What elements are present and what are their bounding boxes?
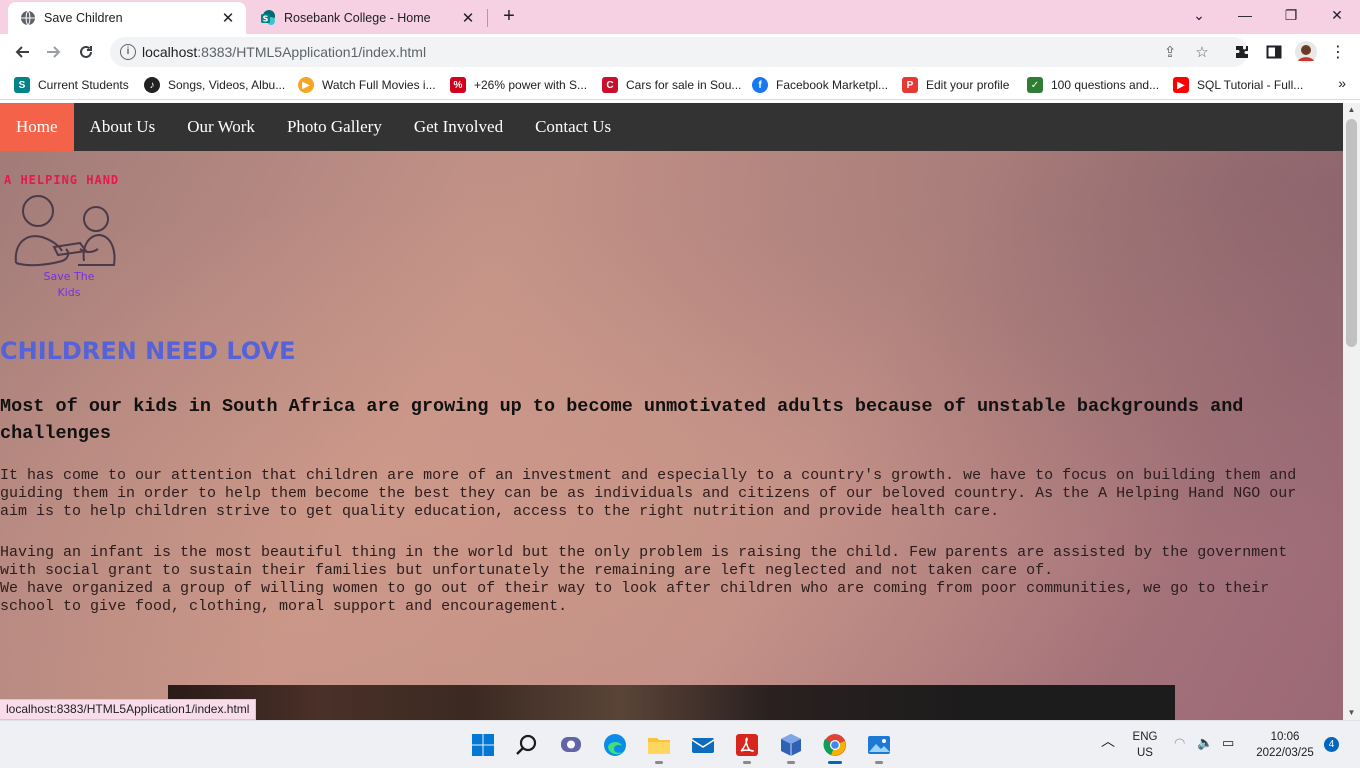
page-viewport: Home About Us Our Work Photo Gallery Get… — [0, 103, 1343, 720]
bookmark-movies[interactable]: ▶ Watch Full Movies i... — [298, 75, 436, 95]
status-url-bubble: localhost:8383/HTML5Application1/index.h… — [0, 699, 257, 720]
chrome-menu-icon[interactable]: ⋮ — [1326, 40, 1350, 64]
tab-separator — [487, 9, 488, 27]
bookmark-current-students[interactable]: S Current Students — [14, 75, 129, 95]
bookmark-profile[interactable]: P Edit your profile — [902, 75, 1009, 95]
chat-icon[interactable] — [557, 731, 585, 759]
quiz-icon: ✓ — [1027, 77, 1043, 93]
logo-title: A HELPING HAND — [4, 173, 120, 187]
youtube-icon: ▶ — [1173, 77, 1189, 93]
battery-icon[interactable]: ▭ — [1222, 735, 1234, 751]
hero-image — [168, 685, 1175, 720]
music-icon: ♪ — [144, 77, 160, 93]
running-indicator — [787, 761, 795, 764]
site-navbar: Home About Us Our Work Photo Gallery Get… — [0, 103, 1343, 151]
reload-button[interactable] — [72, 38, 100, 66]
chevron-right-icon[interactable]: » — [1338, 75, 1346, 91]
virtualbox-icon[interactable] — [777, 731, 805, 764]
nav-photo-gallery[interactable]: Photo Gallery — [271, 103, 398, 151]
browser-toolbar: i localhost:8383/HTML5Application1/index… — [0, 34, 1360, 70]
minimize-button[interactable]: — — [1222, 0, 1268, 30]
photos-icon[interactable] — [865, 731, 893, 764]
bookmark-sql[interactable]: ▶ SQL Tutorial - Full... — [1173, 75, 1303, 95]
logo-caption: Save The Kids — [43, 270, 95, 299]
play-icon: ▶ — [298, 77, 314, 93]
tab-save-children[interactable]: Save Children ✕ — [8, 2, 246, 34]
windows-taskbar: ︿ ENG US ◠ 🔈 ▭ 10:06 2022/03/25 — [0, 720, 1360, 768]
volume-icon[interactable]: 🔈 — [1197, 735, 1213, 751]
nav-contact-us[interactable]: Contact Us — [519, 103, 627, 151]
nav-about-us[interactable]: About Us — [74, 103, 172, 151]
mail-icon[interactable] — [689, 731, 717, 759]
address-bar[interactable]: i localhost:8383/HTML5Application1/index… — [110, 37, 1248, 67]
address-url[interactable]: localhost:8383/HTML5Application1/index.h… — [142, 44, 426, 60]
svg-text:S: S — [263, 15, 269, 24]
bookmark-star-icon[interactable]: ☆ — [1192, 42, 1212, 62]
tab-rosebank[interactable]: S Rosebank College - Home ✕ — [248, 2, 486, 34]
nav-our-work[interactable]: Our Work — [171, 103, 271, 151]
nav-home[interactable]: Home — [0, 103, 74, 151]
wifi-icon[interactable]: ◠ — [1174, 735, 1185, 751]
sharepoint-icon: S — [260, 10, 276, 26]
active-indicator — [828, 761, 842, 764]
page-heading: CHILDREN NEED LOVE — [0, 337, 296, 365]
bookmark-facebook[interactable]: f Facebook Marketpl... — [752, 75, 888, 95]
restore-button[interactable]: ❐ — [1268, 0, 1314, 30]
car-icon: C — [602, 77, 618, 93]
search-icon[interactable] — [513, 731, 541, 759]
running-indicator — [655, 761, 663, 764]
new-tab-button[interactable]: + — [497, 5, 521, 29]
women-group-paragraph: We have organized a group of willing wom… — [0, 580, 1279, 615]
close-tab-icon[interactable]: ✕ — [456, 6, 480, 30]
bookmark-songs[interactable]: ♪ Songs, Videos, Albu... — [144, 75, 285, 95]
scroll-down-icon[interactable]: ▼ — [1343, 706, 1360, 720]
site-info-icon[interactable]: i — [120, 44, 136, 60]
extensions-icon[interactable] — [1230, 40, 1254, 64]
bookmark-questions[interactable]: ✓ 100 questions and... — [1027, 75, 1159, 95]
promo-icon: % — [450, 77, 466, 93]
chrome-icon[interactable] — [821, 731, 849, 764]
tab-strip: Save Children ✕ S Rosebank College - Hom… — [0, 0, 1360, 34]
file-explorer-icon[interactable] — [645, 731, 673, 764]
back-button[interactable] — [8, 38, 36, 66]
intro-paragraph: It has come to our attention that childr… — [0, 467, 1306, 520]
facebook-icon: f — [752, 77, 768, 93]
profile-avatar[interactable] — [1294, 40, 1318, 64]
notification-badge[interactable]: 4 — [1324, 737, 1339, 752]
page-scrollbar[interactable]: ▲ ▼ — [1343, 103, 1360, 720]
chevron-up-icon[interactable]: ︿ — [1101, 733, 1115, 749]
site-logo: A HELPING HAND Save The Kids — [4, 173, 134, 303]
share-icon[interactable]: ⇪ — [1160, 42, 1180, 62]
language-indicator[interactable]: ENG US — [1128, 729, 1162, 761]
edge-icon[interactable] — [601, 731, 629, 759]
tab-search-icon[interactable]: ⌄ — [1176, 0, 1222, 30]
clock[interactable]: 10:06 2022/03/25 — [1252, 729, 1318, 761]
bookmarks-bar: S Current Students ♪ Songs, Videos, Albu..… — [0, 70, 1360, 100]
scroll-up-icon[interactable]: ▲ — [1343, 103, 1360, 117]
scrollbar-thumb[interactable] — [1346, 119, 1357, 347]
running-indicator — [875, 761, 883, 764]
nav-get-involved[interactable]: Get Involved — [398, 103, 519, 151]
tab-title: Rosebank College - Home — [284, 11, 431, 25]
side-panel-icon[interactable] — [1262, 40, 1286, 64]
tab-title: Save Children — [44, 11, 123, 25]
children-reading-icon — [14, 195, 116, 267]
infant-paragraph: Having an infant is the most beautiful t… — [0, 544, 1297, 579]
sharepoint-icon: S — [14, 77, 30, 93]
globe-icon — [20, 10, 36, 26]
acrobat-icon[interactable] — [733, 731, 761, 764]
running-indicator — [743, 761, 751, 764]
profile-icon: P — [902, 77, 918, 93]
page-subheading: Most of our kids in South Africa are gro… — [0, 396, 1244, 444]
bookmark-cars[interactable]: C Cars for sale in Sou... — [602, 75, 741, 95]
close-window-button[interactable]: ✕ — [1314, 0, 1360, 30]
bookmark-power[interactable]: % +26% power with S... — [450, 75, 587, 95]
start-icon[interactable] — [469, 731, 497, 759]
forward-button[interactable] — [40, 38, 68, 66]
close-tab-icon[interactable]: ✕ — [216, 6, 240, 30]
